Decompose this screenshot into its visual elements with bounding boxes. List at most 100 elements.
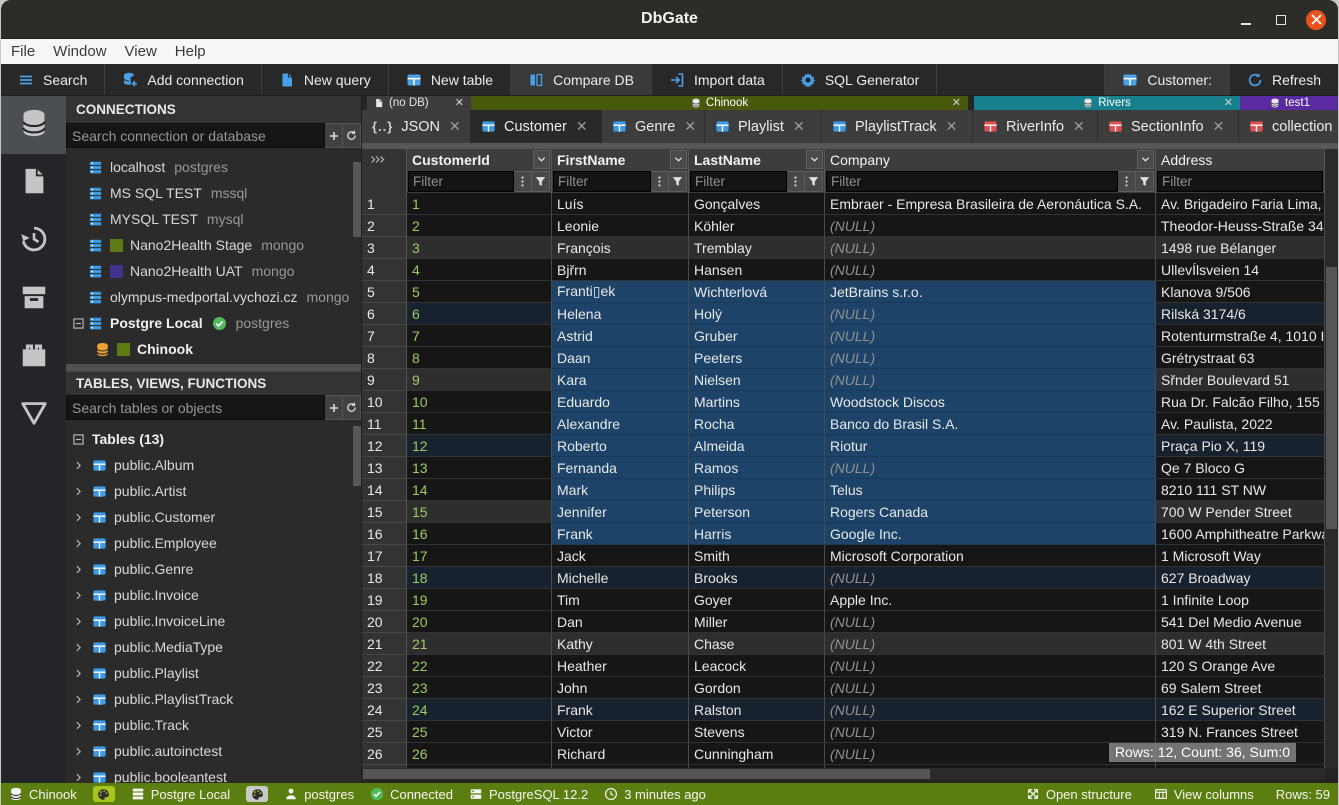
cell-company-24[interactable]: (NULL) bbox=[825, 699, 1156, 721]
row-number-cell[interactable]: 2 bbox=[362, 215, 407, 237]
row-number-cell[interactable]: 14 bbox=[362, 479, 407, 501]
scrollbar-thumb[interactable] bbox=[1326, 267, 1337, 529]
tables-search-input[interactable]: Search tables or objects bbox=[66, 395, 325, 420]
toolbar-button-import-data[interactable]: Import data bbox=[652, 64, 783, 95]
cell-address-6[interactable]: Rilská 3174/6 bbox=[1156, 303, 1325, 325]
toolbar-button-new-query[interactable]: New query bbox=[262, 64, 389, 95]
cell-address-8[interactable]: Grétrystraat 63 bbox=[1156, 347, 1325, 369]
scrollbar-thumb[interactable] bbox=[363, 769, 930, 779]
tab-riverinfo[interactable]: RiverInfo✕ bbox=[973, 110, 1098, 143]
row-number-cell[interactable]: 15 bbox=[362, 501, 407, 523]
cell-lastname-9[interactable]: Nielsen bbox=[689, 369, 825, 391]
table-item-public-track[interactable]: public.Track bbox=[66, 712, 361, 738]
chevron-right-icon[interactable] bbox=[73, 643, 84, 652]
table-item-public-autoinctest[interactable]: public.autoinctest bbox=[66, 738, 361, 764]
cell-lastname-26[interactable]: Cunningham bbox=[689, 743, 825, 765]
cell-address-16[interactable]: 1600 Amphitheatre Parkway bbox=[1156, 523, 1325, 545]
cell-company-9[interactable]: (NULL) bbox=[825, 369, 1156, 391]
cell-lastname-10[interactable]: Martins bbox=[689, 391, 825, 413]
cell-firstname-3[interactable]: François bbox=[552, 237, 689, 259]
cell-customerid-23[interactable]: 23 bbox=[407, 677, 552, 699]
connection-item-postgre-local[interactable]: Postgre Localpostgres bbox=[66, 310, 361, 336]
cell-company-23[interactable]: (NULL) bbox=[825, 677, 1156, 699]
cell-address-12[interactable]: Praça Pio X, 119 bbox=[1156, 435, 1325, 457]
cell-address-9[interactable]: Sřnder Boulevard 51 bbox=[1156, 369, 1325, 391]
filter-input-firstname[interactable]: Filter bbox=[553, 171, 651, 192]
row-number-cell[interactable]: 6 bbox=[362, 303, 407, 325]
cell-address-4[interactable]: UllevÍlsveien 14 bbox=[1156, 259, 1325, 281]
cell-lastname-13[interactable]: Ramos bbox=[689, 457, 825, 479]
close-icon[interactable]: ✕ bbox=[793, 118, 805, 135]
close-icon[interactable]: ✕ bbox=[1224, 98, 1233, 109]
column-header-lastname[interactable]: LastName bbox=[689, 149, 825, 170]
filter-menu-button[interactable] bbox=[787, 171, 805, 192]
activity-triangle-button[interactable] bbox=[1, 386, 66, 444]
cell-company-1[interactable]: Embraer - Empresa Brasileira de Aeronáut… bbox=[825, 193, 1156, 215]
cell-company-14[interactable]: Telus bbox=[825, 479, 1156, 501]
cell-address-2[interactable]: Theodor-Heuss-Straße 34 bbox=[1156, 215, 1325, 237]
cell-lastname-11[interactable]: Rocha bbox=[689, 413, 825, 435]
grid-vertical-scrollbar[interactable] bbox=[1325, 149, 1338, 768]
activity-database-button[interactable] bbox=[1, 96, 66, 154]
scrollbar-thumb[interactable] bbox=[353, 162, 361, 237]
statusbar-item-postgres[interactable]: postgres bbox=[284, 787, 354, 802]
cell-company-19[interactable]: Apple Inc. bbox=[825, 589, 1156, 611]
toolbar-button-search[interactable]: Search bbox=[1, 64, 105, 95]
cell-firstname-2[interactable]: Leonie bbox=[552, 215, 689, 237]
cell-company-15[interactable]: Rogers Canada bbox=[825, 501, 1156, 523]
tables-group-row[interactable]: Tables (13) bbox=[66, 426, 361, 452]
cell-lastname-1[interactable]: Gonçalves bbox=[689, 193, 825, 215]
row-number-cell[interactable]: 10 bbox=[362, 391, 407, 413]
close-icon[interactable]: ✕ bbox=[1213, 118, 1225, 135]
table-item-public-customer[interactable]: public.Customer bbox=[66, 504, 361, 530]
close-icon[interactable]: ✕ bbox=[449, 118, 461, 135]
activity-history-button[interactable] bbox=[1, 212, 66, 270]
statusbar-item-postgre-local[interactable]: Postgre Local bbox=[131, 787, 231, 802]
maximize-button[interactable] bbox=[1276, 15, 1286, 25]
chevron-right-icon[interactable] bbox=[73, 747, 84, 756]
cell-company-3[interactable]: (NULL) bbox=[825, 237, 1156, 259]
cell-customerid-5[interactable]: 5 bbox=[407, 281, 552, 303]
column-dropdown-button[interactable] bbox=[670, 150, 687, 169]
menu-item-view[interactable]: View bbox=[116, 39, 166, 64]
cell-lastname-19[interactable]: Goyer bbox=[689, 589, 825, 611]
add-table-plus-button[interactable] bbox=[325, 395, 343, 420]
column-dropdown-button[interactable] bbox=[806, 150, 823, 169]
cell-lastname-17[interactable]: Smith bbox=[689, 545, 825, 567]
toolbar-button-add-connection[interactable]: Add connection bbox=[105, 64, 262, 95]
cell-lastname-23[interactable]: Gordon bbox=[689, 677, 825, 699]
cell-address-24[interactable]: 162 E Superior Street bbox=[1156, 699, 1325, 721]
cell-address-25[interactable]: 319 N. Frances Street bbox=[1156, 721, 1325, 743]
table-item-public-playlist[interactable]: public.Playlist bbox=[66, 660, 361, 686]
tab-sectioninfo[interactable]: SectionInfo✕ bbox=[1098, 110, 1239, 143]
row-number-cell[interactable]: 8 bbox=[362, 347, 407, 369]
grid-horizontal-scrollbar[interactable] bbox=[362, 768, 1325, 780]
cell-address-1[interactable]: Av. Brigadeiro Faria Lima, 2170 bbox=[1156, 193, 1325, 215]
cell-firstname-12[interactable]: Roberto bbox=[552, 435, 689, 457]
cell-customerid-17[interactable]: 17 bbox=[407, 545, 552, 567]
cell-firstname-10[interactable]: Eduardo bbox=[552, 391, 689, 413]
cell-address-21[interactable]: 801 W 4th Street bbox=[1156, 633, 1325, 655]
cell-customerid-22[interactable]: 22 bbox=[407, 655, 552, 677]
collapse-icon[interactable] bbox=[73, 318, 84, 329]
cell-firstname-9[interactable]: Kara bbox=[552, 369, 689, 391]
chevron-right-icon[interactable] bbox=[73, 565, 84, 574]
cell-customerid-11[interactable]: 11 bbox=[407, 413, 552, 435]
row-number-cell[interactable]: 22 bbox=[362, 655, 407, 677]
statusbar-item-open-structure[interactable]: Open structure bbox=[1026, 787, 1132, 802]
cell-firstname-17[interactable]: Jack bbox=[552, 545, 689, 567]
row-number-cell[interactable]: 9 bbox=[362, 369, 407, 391]
cell-company-11[interactable]: Banco do Brasil S.A. bbox=[825, 413, 1156, 435]
row-number-cell[interactable]: 25 bbox=[362, 721, 407, 743]
cell-address-7[interactable]: Rotenturmstraße 4, 1010 Innere Stadt bbox=[1156, 325, 1325, 347]
connections-search-input[interactable]: Search connection or database bbox=[66, 123, 325, 148]
close-icon[interactable]: ✕ bbox=[684, 118, 696, 135]
table-item-public-playlisttrack[interactable]: public.PlaylistTrack bbox=[66, 686, 361, 712]
cell-firstname-1[interactable]: Luís bbox=[552, 193, 689, 215]
chevron-right-icon[interactable] bbox=[73, 721, 84, 730]
cell-company-5[interactable]: JetBrains s.r.o. bbox=[825, 281, 1156, 303]
chevron-right-icon[interactable] bbox=[73, 617, 84, 626]
column-header-company[interactable]: Company bbox=[825, 149, 1156, 170]
connection-item-localhost[interactable]: localhostpostgres bbox=[66, 154, 361, 180]
statusbar-item-rows-59[interactable]: Rows: 59 bbox=[1276, 787, 1330, 802]
